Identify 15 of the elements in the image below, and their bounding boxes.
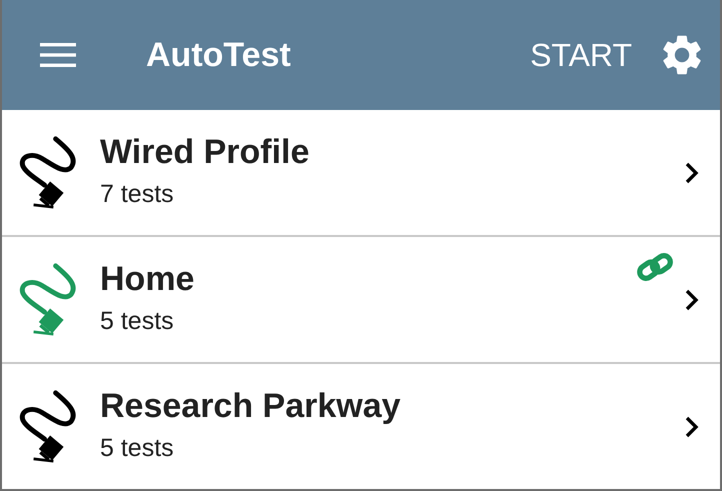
test-count: 7 tests	[100, 180, 175, 208]
profile-name: Research Parkway	[100, 386, 402, 426]
chevron-icon	[684, 416, 700, 438]
chevron-icon	[684, 162, 700, 184]
chevron-icon	[684, 288, 700, 310]
profile-name: Wired Profile	[100, 132, 310, 172]
screen-title: AutoTest	[146, 36, 292, 74]
profile-item[interactable]: Home 5 tests	[2, 235, 720, 362]
test-count: 5 tests	[100, 306, 175, 336]
profile-name: Home	[100, 260, 196, 298]
test-count: 5 tests	[100, 434, 175, 462]
profile-item[interactable]: Wired Profile 7 tests	[2, 110, 720, 235]
start-button[interactable]: START	[530, 36, 632, 74]
menu-icon[interactable]	[40, 42, 76, 68]
profile-item[interactable]: Research Parkway 5 tests	[2, 362, 720, 489]
